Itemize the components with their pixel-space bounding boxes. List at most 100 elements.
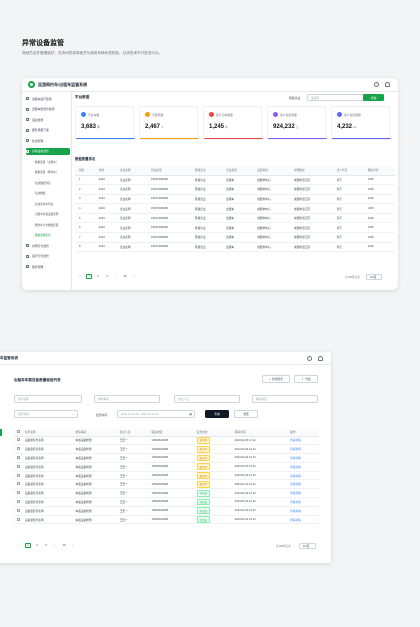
checkbox-icon[interactable]	[17, 464, 20, 468]
checkbox-icon[interactable]	[17, 455, 20, 459]
user-avatar-icon[interactable]	[318, 356, 323, 361]
row-checkbox[interactable]	[14, 453, 22, 463]
prev-page-icon[interactable]: ‹	[77, 274, 83, 279]
checkbox-icon[interactable]	[17, 499, 20, 503]
sidebar-item[interactable]: 出租车经营方监测	[26, 106, 70, 113]
row-checkbox[interactable]	[14, 471, 22, 481]
page-size-select[interactable]: 10/页	[299, 542, 316, 549]
next-page-icon[interactable]: ›	[131, 274, 137, 279]
contact-input[interactable]: 联系电话	[252, 395, 318, 403]
row-checkbox[interactable]	[14, 462, 22, 472]
table-row[interactable]: 设备量任务名称 车载设备检测 王天一 13540623938 已完成 2024.02.23…	[14, 497, 319, 507]
table-row[interactable]: 3 2024 企业名称 1503733092B 所属企业 出租车 成都市中心 成都市锦江区 孙艺…	[75, 194, 395, 205]
checkbox-icon[interactable]	[17, 517, 20, 521]
query-button[interactable]: 查询	[363, 94, 384, 101]
sidebar-item[interactable]: 出租车车载设备管理	[26, 211, 70, 218]
table-row[interactable]: 设备量任务名称 车载设备检测 王天一 13540623938 进行中 2024.02.23…	[14, 436, 319, 446]
view-details-link[interactable]: 查看详情	[290, 510, 301, 513]
page-number[interactable]: ...	[113, 274, 119, 279]
view-details-link[interactable]: 查看详情	[290, 448, 301, 451]
column-header: 操作	[287, 429, 319, 437]
table-row[interactable]: 4 2024 企业名称 1503733092B 所属企业 出租车 成都市中心 成都市锦江区 孙艺…	[75, 203, 395, 214]
table-row[interactable]: 设备量任务名称 车载设备检测 王天一 13540623938 进行中 2024.02.23…	[14, 471, 319, 481]
table-row[interactable]: 6 2024 企业名称 1503733092B 所属企业 出租车 成都市中心 成都市锦江区 孙艺…	[75, 222, 395, 234]
settings-icon[interactable]	[374, 82, 379, 87]
view-details-link[interactable]: 查看详情	[290, 466, 301, 469]
table-row[interactable]: 设备量任务名称 车载设备检测 王天一 13540623938 已完成 2024.02.23…	[14, 515, 319, 525]
check-item-input[interactable]: 检验事项	[94, 395, 160, 403]
sidebar-item[interactable]: 运营监测	[26, 116, 70, 123]
page-size-select[interactable]: 10/页	[366, 273, 382, 280]
sidebar-item[interactable]: 轨迹数据	[26, 190, 70, 197]
sidebar-item[interactable]: 数据质量（网约车）	[26, 169, 70, 176]
sidebar-item[interactable]: 轨迹异常车列表	[26, 200, 70, 207]
view-details-link[interactable]: 查看详情	[290, 501, 301, 504]
table-row[interactable]: 设备量任务名称 车载设备检测 王天一 13540623938 进行中 2024.02.23…	[14, 453, 319, 463]
table-row[interactable]: 设备量任务名称 车载设备检测 王天一 13540623938 进行中 2024.02.23…	[14, 479, 319, 490]
checkbox-icon[interactable]	[17, 438, 20, 442]
table-row[interactable]: 设备量任务名称 车载设备检测 王天一 13540623938 进行中 2024.02.23…	[14, 462, 319, 472]
row-checkbox[interactable]	[14, 488, 22, 499]
checkbox-icon[interactable]	[17, 482, 20, 486]
sidebar-item[interactable]: 数据质量排名	[26, 232, 70, 239]
add-task-button[interactable]: + 新增任务	[262, 375, 290, 383]
sidebar-item[interactable]: 服务质量下发	[26, 127, 70, 134]
prev-page-icon[interactable]: ‹	[16, 543, 22, 548]
sidebar-item[interactable]: 轨迹数据列表	[26, 179, 70, 186]
page-number[interactable]: 1	[86, 274, 92, 279]
view-details-link[interactable]: 查看详情	[290, 483, 301, 486]
table-row[interactable]: 7 2024 企业名称 1503733092B 所属企业 出租车 成都市中心 成都市锦江区 孙艺…	[75, 232, 395, 243]
next-page-icon[interactable]: ›	[70, 543, 76, 548]
checkbox-icon[interactable]	[17, 473, 20, 477]
view-details-link[interactable]: 查看详情	[290, 475, 301, 478]
page-number[interactable]: 2	[95, 274, 101, 279]
row-checkbox[interactable]	[14, 497, 22, 507]
page-number[interactable]: 3	[43, 543, 49, 548]
search-button[interactable]: 查询	[205, 410, 229, 418]
table-row[interactable]: 5 2024 企业名称 1503733092B 所属企业 出租车 成都市中心 成都市锦江区 孙艺…	[75, 213, 395, 224]
sidebar-item[interactable]: 文明行为监管	[26, 242, 70, 249]
reset-button[interactable]: 重置	[234, 410, 258, 418]
checkbox-icon[interactable]	[17, 430, 20, 434]
page-number[interactable]: 10	[122, 274, 128, 279]
row-checkbox[interactable]	[14, 506, 22, 516]
executor-input[interactable]: 执法人员	[174, 395, 240, 403]
table-row[interactable]: 设备量任务名称 车载设备检测 王天一 13540623938 已完成 2024.02.23…	[14, 506, 319, 516]
row-checkbox[interactable]	[14, 436, 22, 446]
menu-icon	[26, 254, 29, 258]
sidebar-item[interactable]: 网约车平台数据质量	[26, 221, 70, 228]
sidebar-item[interactable]: 异常设备监管	[26, 147, 70, 155]
table-row[interactable]: 设备量任务名称 车载设备检测 王天一 13540623938 已完成 2024.02.23…	[14, 488, 319, 499]
table-row[interactable]: 1 2024 企业名称 1503733092B 所属企业 出租车 成都市中心 成都市锦江区 孙艺…	[75, 175, 395, 186]
sidebar-item[interactable]: 数据质量（出租车）	[26, 158, 70, 165]
sidebar-item[interactable]: 执法管理	[26, 137, 70, 144]
sidebar-item[interactable]: 出租车运行监测	[26, 95, 70, 102]
table-row[interactable]: 设备量任务名称 车载设备检测 王天一 13540623938 进行中 2024.02.23…	[14, 444, 319, 455]
export-button[interactable]: ⇪ 导出	[294, 375, 318, 383]
view-details-link[interactable]: 查看详情	[290, 492, 301, 495]
page-number[interactable]: 3	[104, 274, 110, 279]
task-time-range[interactable]: 2023-12-12 00 - 2023-12-12 00 ▦	[117, 410, 195, 418]
page-number[interactable]: 10	[61, 543, 67, 548]
sidebar-item[interactable]: 运行行为监管	[26, 253, 70, 260]
view-details-link[interactable]: 查看详情	[290, 439, 301, 442]
select-all-checkbox[interactable]	[14, 429, 22, 437]
view-details-link[interactable]: 查看详情	[290, 457, 301, 460]
checkbox-icon[interactable]	[17, 508, 20, 512]
checkbox-icon[interactable]	[17, 491, 20, 495]
table-row[interactable]: 8 2024 企业名称 1503733092B 所属企业 出租车 成都市中心 成都市锦江区 孙艺…	[75, 242, 395, 253]
task-name-input[interactable]: 任务名称	[14, 395, 82, 403]
table-row[interactable]: 2 2024 企业名称 1503733092B 所属企业 出租车 成都市中心 成都市锦江区 孙艺…	[75, 184, 395, 195]
view-details-link[interactable]: 查看详情	[290, 519, 301, 522]
sidebar-item[interactable]: 稽查管理	[26, 263, 70, 270]
checkbox-icon[interactable]	[17, 447, 20, 451]
page-number[interactable]: ...	[52, 543, 58, 548]
user-avatar-icon[interactable]	[385, 82, 390, 87]
settings-icon[interactable]	[307, 356, 312, 361]
row-checkbox[interactable]	[14, 444, 22, 455]
page-number[interactable]: 2	[34, 543, 40, 548]
row-checkbox[interactable]	[14, 479, 22, 490]
page-number[interactable]: 1	[25, 543, 31, 548]
status-select[interactable]: 任务状态 ⌄	[14, 410, 78, 418]
row-checkbox[interactable]	[14, 515, 22, 525]
